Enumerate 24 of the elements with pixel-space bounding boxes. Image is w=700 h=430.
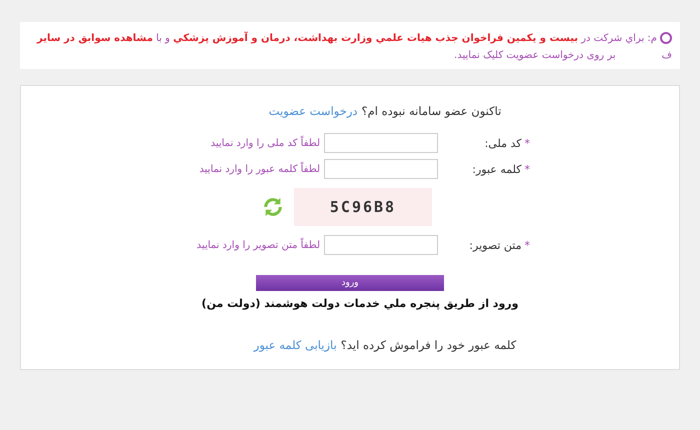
recover-password-link[interactable]: بازیابی کلمه عبور: [254, 338, 337, 352]
refresh-icon[interactable]: [262, 196, 284, 218]
gov-login-text[interactable]: ورود از طريق پنجره ملي خدمات دولت هوشمند (دولت من): [202, 297, 518, 310]
notice-text: م: براي شركت در بيست و يكمين فراخوان جذب هيات علمي وزارت بهداشت، درمان و آموزش پزشكي و با مشاهده سوابق در ساير: [36, 32, 657, 44]
field-label: کلمه عبور:: [472, 162, 522, 176]
required-mark: *: [524, 238, 530, 252]
signup-link[interactable]: درخواست عضویت: [268, 104, 358, 118]
forgot-question: کلمه عبور خود را فراموش کرده اید؟: [340, 338, 516, 352]
input-field[interactable]: [324, 235, 438, 255]
field-hint: لطفاً کد ملی را وارد نمایید: [210, 138, 320, 148]
field-hint: لطفاً متن تصویر را وارد نمایید: [196, 240, 320, 250]
required-mark: *: [524, 162, 530, 176]
required-mark: *: [524, 136, 530, 150]
notice-text: ف: [662, 50, 672, 61]
signup-question: تاکنون عضو سامانه نبوده ام؟: [362, 104, 502, 118]
captcha-image: 5C96B8: [294, 188, 432, 226]
login-button[interactable]: ورود: [256, 275, 444, 291]
field-label: متن تصویر:: [469, 238, 522, 252]
input-field[interactable]: [324, 133, 438, 153]
field-hint: لطفاً کلمه عبور را وارد نمایید: [199, 164, 320, 174]
field-label: کد ملی:: [484, 136, 522, 150]
notice-text: بر روی درخواست عضویت کلیک نمایید.: [454, 50, 616, 61]
bullet-icon: [660, 32, 672, 44]
input-field[interactable]: [324, 159, 438, 179]
